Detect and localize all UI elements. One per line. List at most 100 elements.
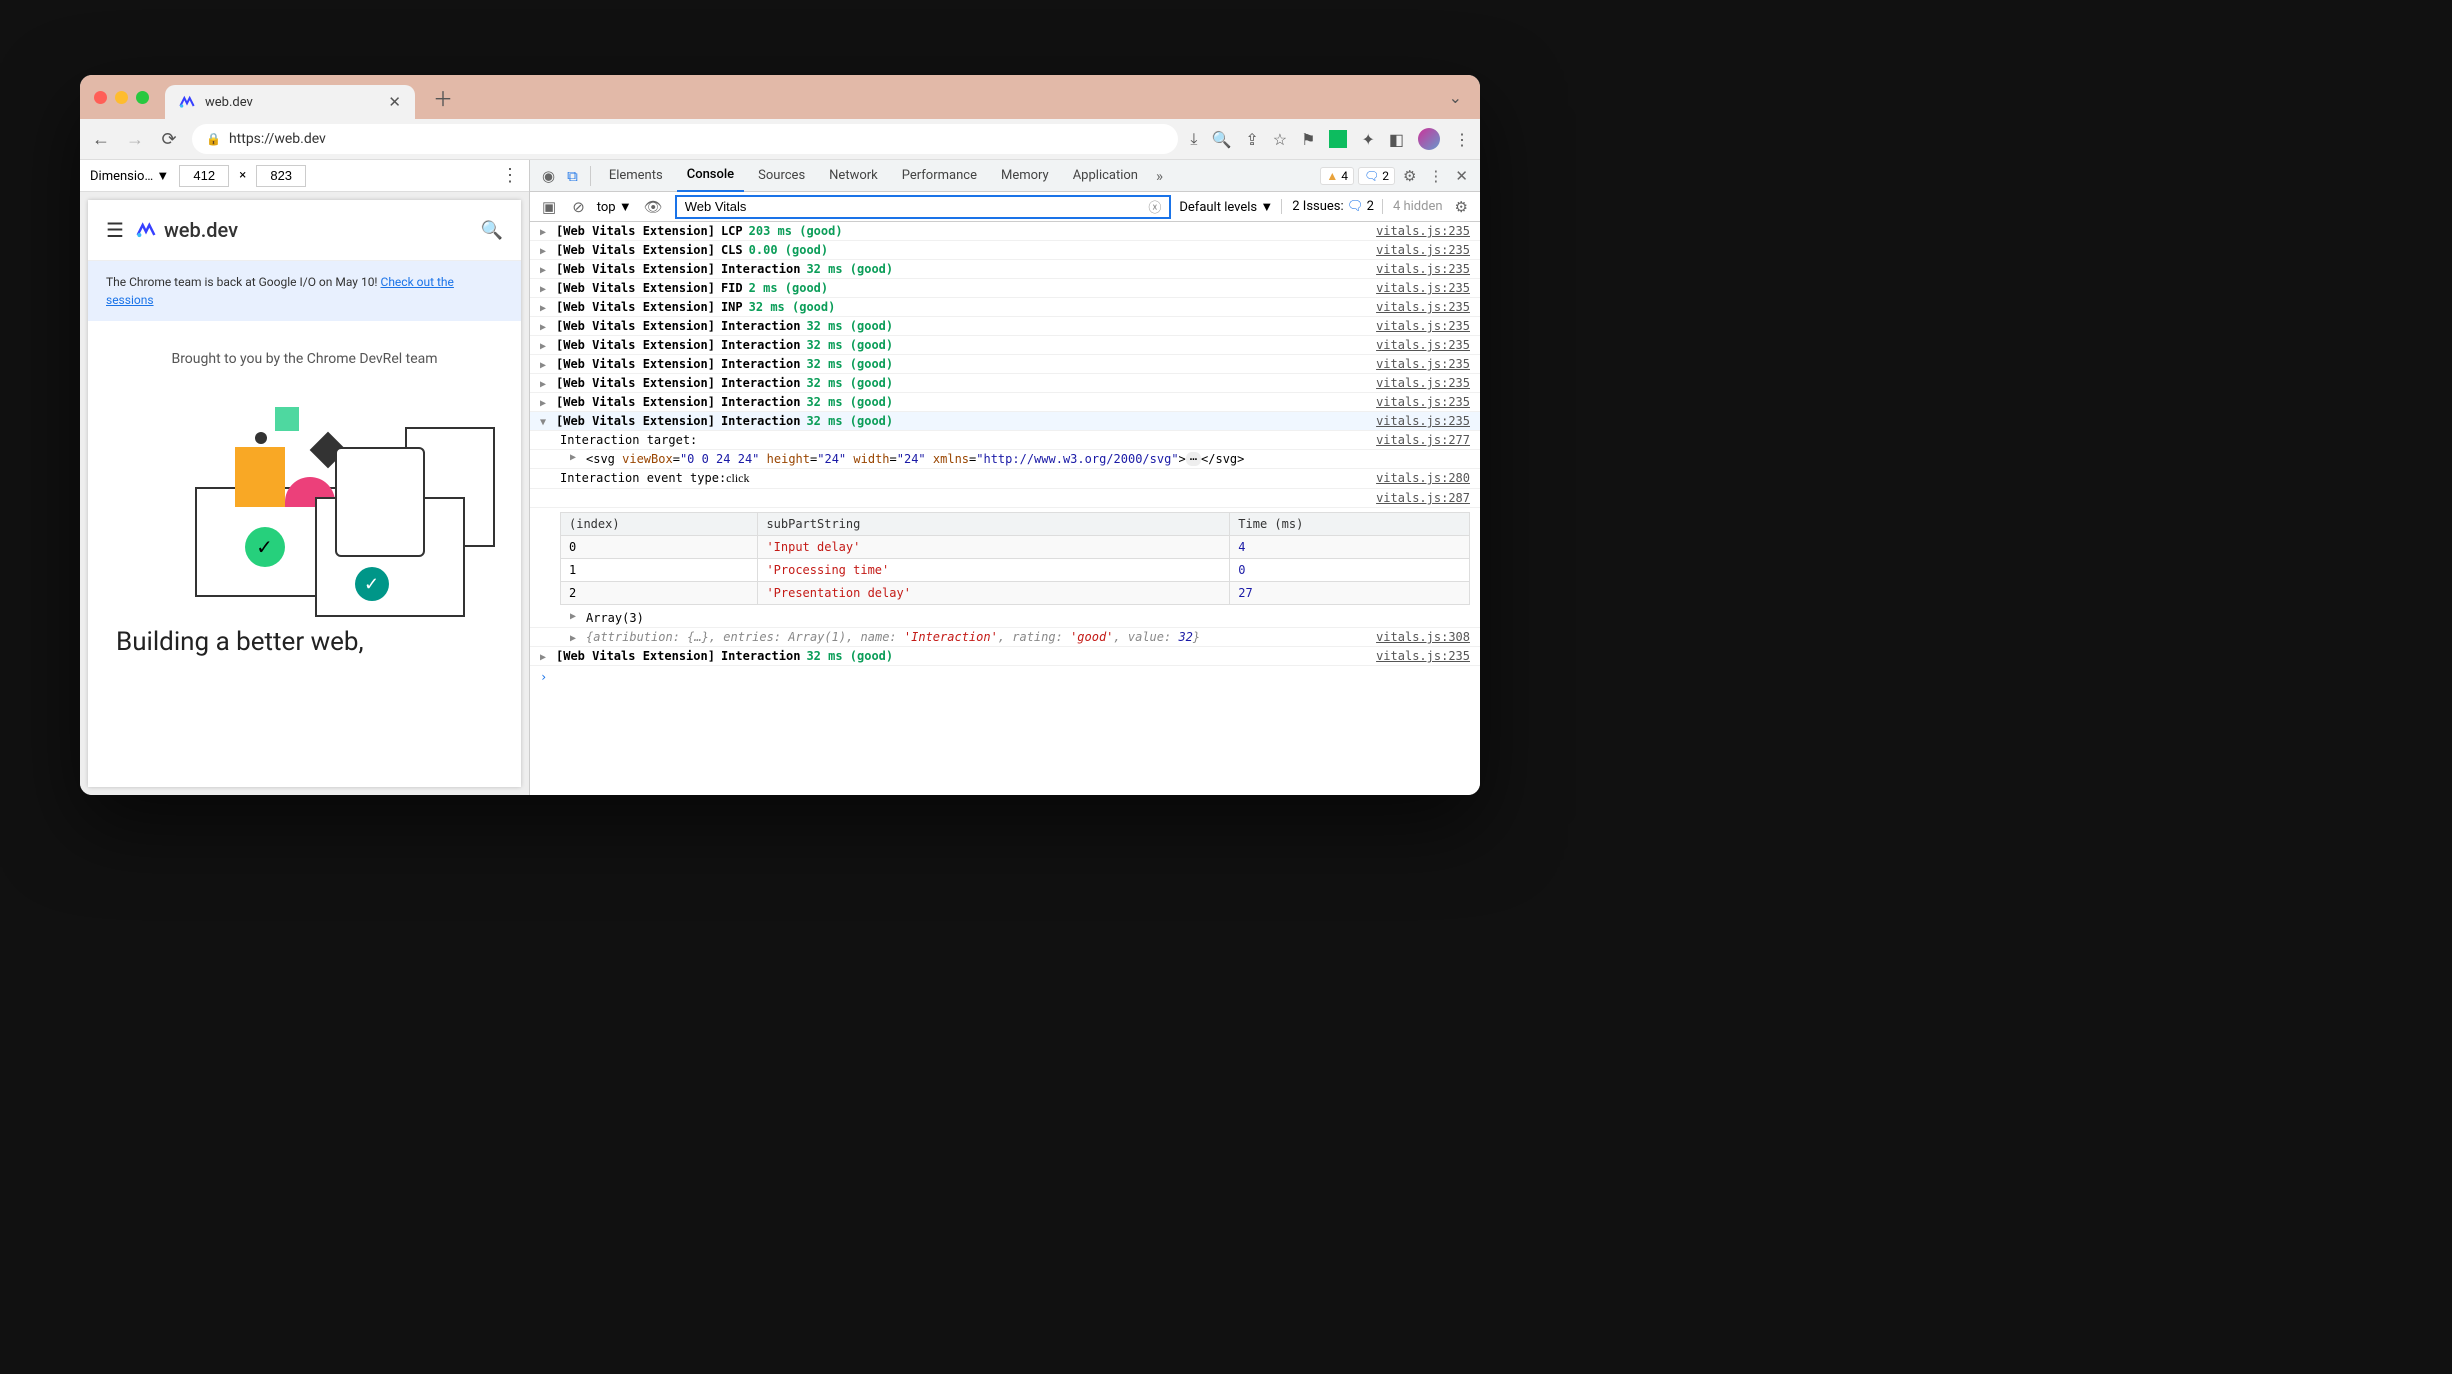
expand-icon[interactable]: ▶ xyxy=(540,246,552,257)
expand-icon[interactable]: ▶ xyxy=(540,652,552,663)
interaction-target-element[interactable]: ▶<svg viewBox="0 0 24 24" height="24" wi… xyxy=(530,450,1480,469)
tab-network[interactable]: Network xyxy=(819,160,888,192)
source-link[interactable]: vitals.js:235 xyxy=(1364,243,1470,257)
expand-icon[interactable]: ▶ xyxy=(540,303,552,314)
log-levels-selector[interactable]: Default levels ▼ xyxy=(1179,199,1273,215)
warnings-badge[interactable]: ▲4 xyxy=(1320,167,1354,185)
clear-console-button[interactable]: ⊘ xyxy=(568,198,589,216)
address-bar[interactable]: 🔒 https://web.dev xyxy=(192,124,1178,154)
zoom-icon[interactable]: 🔍 xyxy=(1211,130,1231,149)
source-link[interactable]: vitals.js:235 xyxy=(1364,281,1470,295)
expand-icon[interactable]: ▶ xyxy=(540,341,552,352)
expand-icon[interactable]: ▶ xyxy=(540,265,552,276)
expand-icon[interactable]: ▶ xyxy=(540,379,552,390)
share-icon[interactable]: ⇪ xyxy=(1245,130,1258,149)
table-header[interactable]: subPartString xyxy=(758,513,1230,536)
source-link[interactable]: vitals.js:287 xyxy=(1364,491,1470,505)
browser-tab[interactable]: web.dev ✕ xyxy=(165,85,415,119)
tab-console[interactable]: Console xyxy=(677,160,744,192)
console-prompt[interactable]: › xyxy=(530,666,1480,688)
tab-memory[interactable]: Memory xyxy=(991,160,1059,192)
tabs-overflow-button[interactable]: ⌄ xyxy=(1449,88,1462,107)
source-link[interactable]: vitals.js:235 xyxy=(1364,395,1470,409)
source-link[interactable]: vitals.js:277 xyxy=(1364,433,1470,447)
source-link[interactable]: vitals.js:235 xyxy=(1364,319,1470,333)
console-log-line[interactable]: ▶[Web Vitals Extension]Interaction32 ms … xyxy=(530,374,1480,393)
expand-icon[interactable]: ▶ xyxy=(570,633,582,644)
minimize-window-button[interactable] xyxy=(115,91,128,104)
expand-icon[interactable]: ▶ xyxy=(570,611,582,625)
source-link[interactable]: vitals.js:280 xyxy=(1364,471,1470,486)
console-log-line[interactable]: ▶[Web Vitals Extension]LCP203 ms (good)v… xyxy=(530,222,1480,241)
console-log-line[interactable]: ▶[Web Vitals Extension]Interaction32 ms … xyxy=(530,260,1480,279)
viewport-width-input[interactable] xyxy=(179,165,229,187)
inspect-element-icon[interactable]: ◉ xyxy=(538,167,559,185)
expand-icon[interactable]: ▶ xyxy=(540,322,552,333)
close-devtools-button[interactable]: ✕ xyxy=(1451,167,1472,185)
reload-button[interactable]: ⟳ xyxy=(158,129,180,150)
expand-icon[interactable]: ▶ xyxy=(540,227,552,238)
console-log-line[interactable]: ▶[Web Vitals Extension]INP32 ms (good)vi… xyxy=(530,298,1480,317)
issues-button[interactable]: 2 Issues: 🗨 2 xyxy=(1281,199,1374,214)
source-link[interactable]: vitals.js:235 xyxy=(1364,224,1470,238)
extension-badge[interactable] xyxy=(1329,130,1347,148)
table-header[interactable]: Time (ms) xyxy=(1230,513,1470,536)
tab-performance[interactable]: Performance xyxy=(892,160,987,192)
messages-badge[interactable]: 🗨2 xyxy=(1358,167,1395,185)
new-tab-button[interactable]: ＋ xyxy=(433,83,453,112)
more-tabs-button[interactable]: » xyxy=(1152,167,1167,185)
source-link[interactable]: vitals.js:235 xyxy=(1364,300,1470,314)
device-mode-toggle-icon[interactable]: ⧉ xyxy=(563,167,582,185)
tab-application[interactable]: Application xyxy=(1063,160,1148,192)
source-link[interactable]: vitals.js:235 xyxy=(1364,357,1470,371)
source-link[interactable]: vitals.js:235 xyxy=(1364,262,1470,276)
settings-icon[interactable]: ⚙ xyxy=(1399,167,1420,185)
console-settings-icon[interactable]: ⚙ xyxy=(1451,198,1472,216)
viewport-height-input[interactable] xyxy=(256,165,306,187)
profile-avatar[interactable] xyxy=(1418,128,1440,150)
back-button[interactable]: ← xyxy=(90,129,112,150)
devtools-menu-button[interactable]: ⋮ xyxy=(1424,167,1447,185)
console-log-line[interactable]: ▶[Web Vitals Extension]Interaction32 ms … xyxy=(530,317,1480,336)
expand-icon[interactable]: ▶ xyxy=(540,284,552,295)
execution-context-selector[interactable]: top ▼ xyxy=(597,199,632,215)
dimensions-dropdown[interactable]: Dimensio… ▼ xyxy=(90,168,169,184)
expand-icon[interactable]: ▶ xyxy=(540,398,552,409)
live-expression-button[interactable]: 👁 xyxy=(640,198,667,216)
expand-icon[interactable]: ▶ xyxy=(540,360,552,371)
console-filter-input[interactable]: ⓧ xyxy=(675,195,1172,219)
source-link[interactable]: vitals.js:235 xyxy=(1364,338,1470,352)
tab-sources[interactable]: Sources xyxy=(748,160,815,192)
source-link[interactable]: vitals.js:308 xyxy=(1364,630,1470,644)
console-log-line[interactable]: ▶[Web Vitals Extension]Interaction32 ms … xyxy=(530,336,1480,355)
attribution-object[interactable]: {attribution: {…}, entries: Array(1), na… xyxy=(586,630,1200,644)
close-window-button[interactable] xyxy=(94,91,107,104)
chrome-menu-button[interactable]: ⋮ xyxy=(1454,130,1470,149)
sidepanel-icon[interactable]: ◧ xyxy=(1389,130,1404,149)
install-app-icon[interactable]: ⤓ xyxy=(1190,129,1197,149)
forward-button[interactable]: → xyxy=(124,129,146,150)
console-log-line[interactable]: ▶[Web Vitals Extension]Interaction32 ms … xyxy=(530,355,1480,374)
array-summary[interactable]: Array(3) xyxy=(586,611,644,625)
source-link[interactable]: vitals.js:235 xyxy=(1364,414,1470,428)
search-icon[interactable]: 🔍 xyxy=(481,220,503,241)
tab-elements[interactable]: Elements xyxy=(599,160,673,192)
extensions-icon[interactable]: ✦ xyxy=(1361,130,1374,149)
console-log-line[interactable]: ▶[Web Vitals Extension]FID2 ms (good)vit… xyxy=(530,279,1480,298)
maximize-window-button[interactable] xyxy=(136,91,149,104)
clear-filter-icon[interactable]: ⓧ xyxy=(1148,197,1161,216)
console-log-line[interactable]: ▶[Web Vitals Extension]Interaction32 ms … xyxy=(530,647,1480,666)
expand-icon[interactable]: ▼ xyxy=(540,417,552,428)
emulated-page[interactable]: ☰ web.dev 🔍 The Chrome team is back at G… xyxy=(88,200,521,787)
source-link[interactable]: vitals.js:235 xyxy=(1364,376,1470,390)
table-header[interactable]: (index) xyxy=(561,513,758,536)
flag-icon[interactable]: ⚑ xyxy=(1301,130,1315,149)
site-logo[interactable]: web.dev xyxy=(136,218,238,242)
source-link[interactable]: vitals.js:235 xyxy=(1364,649,1470,663)
hamburger-menu-icon[interactable]: ☰ xyxy=(106,218,124,242)
device-toolbar-menu[interactable]: ⋮ xyxy=(501,165,519,186)
bookmark-icon[interactable]: ☆ xyxy=(1273,130,1287,149)
console-sidebar-toggle[interactable]: ▣ xyxy=(538,198,560,216)
console-log-line[interactable]: ▶[Web Vitals Extension]Interaction32 ms … xyxy=(530,393,1480,412)
tab-close-button[interactable]: ✕ xyxy=(388,93,401,111)
